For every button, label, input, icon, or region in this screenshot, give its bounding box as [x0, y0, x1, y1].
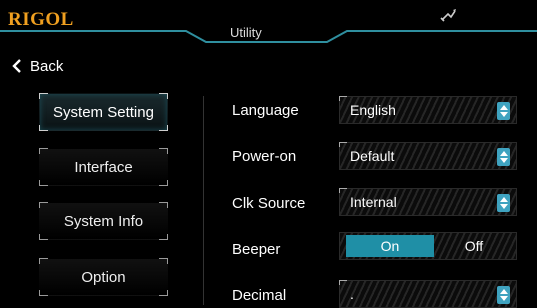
clk-source-select[interactable]: Internal [339, 188, 517, 216]
beeper-on-option[interactable]: On [346, 235, 434, 257]
menu-interface[interactable]: Interface [39, 148, 168, 186]
page-title: Utility [230, 25, 262, 40]
menu-system-setting[interactable]: System Setting [39, 93, 168, 131]
power-on-select[interactable]: Default [339, 142, 517, 170]
clk-source-label: Clk Source [232, 195, 306, 212]
title-bar: RIGOL Utility [0, 0, 537, 44]
menu-system-info[interactable]: System Info [39, 202, 168, 240]
beeper-toggle[interactable]: On Off [339, 232, 517, 260]
language-label: Language [232, 102, 299, 119]
updown-spinner-icon[interactable] [497, 194, 510, 212]
decimal-select[interactable]: . [339, 280, 517, 308]
beeper-label: Beeper [232, 241, 281, 258]
chevron-left-icon [8, 57, 26, 75]
back-button[interactable]: Back [8, 55, 63, 77]
menu-label: System Setting [53, 103, 154, 121]
decimal-value: . [350, 286, 354, 302]
back-label: Back [30, 57, 64, 75]
power-on-value: Default [350, 148, 395, 164]
power-on-label: Power-on [232, 148, 297, 165]
language-value: English [350, 102, 396, 118]
updown-spinner-icon[interactable] [497, 286, 510, 304]
rigol-logo: RIGOL [8, 9, 74, 30]
menu-label: Interface [74, 158, 133, 176]
decimal-label: Decimal [232, 287, 287, 304]
updown-spinner-icon[interactable] [497, 102, 510, 120]
menu-option[interactable]: Option [39, 258, 168, 296]
usb-icon [440, 9, 456, 22]
beeper-off-option[interactable]: Off [436, 235, 512, 257]
panel-divider [203, 96, 204, 305]
menu-label: System Info [63, 212, 144, 230]
clk-source-value: Internal [350, 194, 397, 210]
menu-label: Option [81, 268, 126, 286]
updown-spinner-icon[interactable] [497, 148, 510, 166]
language-select[interactable]: English [339, 96, 517, 124]
